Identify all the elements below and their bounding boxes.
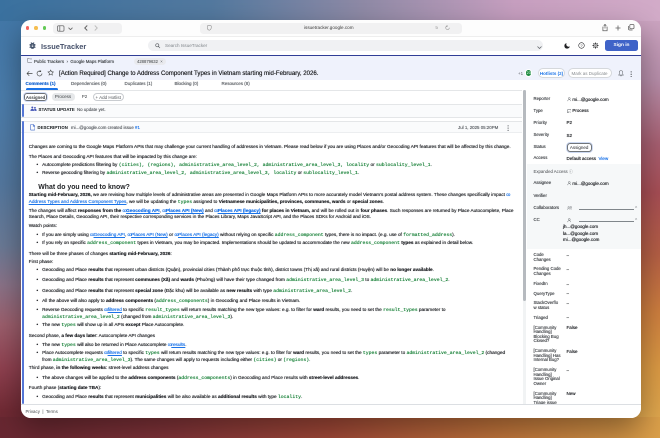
svg-text:?: ?: [580, 43, 583, 48]
